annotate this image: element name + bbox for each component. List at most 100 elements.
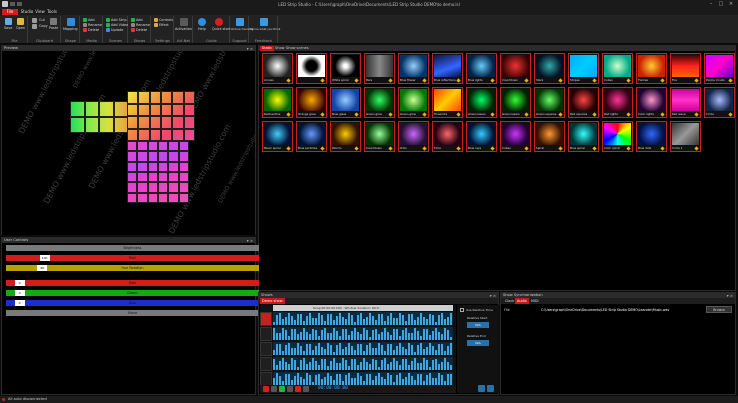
favorite-icon[interactable] [286, 112, 291, 117]
favorite-icon[interactable] [626, 112, 631, 117]
effect-thumbnail[interactable]: Circle [704, 87, 735, 118]
favorite-icon[interactable] [388, 146, 393, 151]
browse-button[interactable]: Browse [706, 306, 732, 313]
record-icon[interactable] [263, 386, 269, 392]
favorite-icon[interactable] [592, 112, 597, 117]
effect-thumbnail[interactable]: Green lasers [500, 87, 531, 118]
timeline-ruler[interactable]: Song 00:00:00.000 · Window duration: 00:… [273, 305, 453, 311]
rename-media-button[interactable]: Rename [88, 23, 102, 27]
rename-media-icon[interactable] [83, 23, 87, 27]
play-icon[interactable] [279, 386, 285, 392]
user-control-slider[interactable]: 90 Hue Rotation [6, 265, 259, 271]
favorite-icon[interactable] [728, 78, 733, 83]
paste-icon[interactable] [50, 18, 57, 25]
track-header[interactable] [260, 372, 272, 386]
effect-thumbnail[interactable]: Countdown [364, 121, 395, 152]
mapping-icon[interactable] [67, 18, 75, 26]
delete-show-button[interactable]: Delete [136, 28, 147, 32]
favorite-icon[interactable] [660, 146, 665, 151]
track-header[interactable] [260, 357, 272, 371]
open-button[interactable]: Open [16, 26, 25, 30]
effect-thumbnail[interactable]: Stripes [568, 53, 599, 84]
tab-midi[interactable]: MIDI [529, 298, 541, 304]
favorite-icon[interactable] [286, 78, 291, 83]
panel-pin-icon[interactable]: ▾ × [247, 238, 253, 243]
favorite-icon[interactable] [388, 78, 393, 83]
rename-show-button[interactable]: Rename [136, 23, 150, 27]
relative-end-button[interactable]: N/A [467, 340, 489, 346]
effect-thumbnail[interactable]: Blue glass [330, 87, 361, 118]
effect-thumbnail[interactable]: Circle 1 [670, 121, 701, 152]
mapping-button[interactable]: Mapping [63, 27, 78, 31]
effect-thumbnail[interactable]: Fireworks [432, 87, 463, 118]
favorite-icon[interactable] [490, 146, 495, 151]
activation-button[interactable]: Activation [175, 27, 192, 31]
effect-thumbnail[interactable]: Countdown [500, 53, 531, 84]
favorite-icon[interactable] [626, 78, 631, 83]
help-button[interactable]: Help [198, 27, 206, 31]
effect-thumbnail[interactable]: Time [432, 121, 463, 152]
user-control-slider[interactable]: 0 Green [6, 290, 259, 296]
favorite-icon[interactable] [626, 146, 631, 151]
timeline[interactable]: Song 00:00:00.000 · Window duration: 00:… [260, 305, 456, 386]
effect-thumbnail[interactable]: Spiral [534, 121, 565, 152]
effect-thumbnail[interactable]: Red squares [568, 87, 599, 118]
favorite-icon[interactable] [694, 146, 699, 151]
add-video-button[interactable]: Add Video [111, 23, 128, 27]
track-lane[interactable] [273, 342, 453, 355]
effect-thumbnail[interactable]: White spiral [330, 53, 361, 84]
add-strip-button[interactable]: Add Strip [111, 18, 127, 22]
favorite-icon[interactable] [286, 146, 291, 151]
preview-canvas[interactable]: DEMO www.ledstripstudio.com DEMO www.led… [2, 51, 255, 235]
effect-thumbnail[interactable]: Flames [636, 53, 667, 84]
copy-button[interactable]: Copy [39, 24, 48, 28]
effect-icon[interactable] [154, 23, 158, 27]
online-training-icon[interactable] [236, 18, 244, 26]
favorite-icon[interactable] [422, 146, 427, 151]
effect-thumbnail[interactable]: Fire [670, 53, 701, 84]
effect-thumbnail[interactable]: Red wave [670, 87, 701, 118]
favorite-icon[interactable] [728, 112, 733, 117]
favorite-icon[interactable] [388, 112, 393, 117]
add-media-icon[interactable] [83, 18, 87, 22]
tab-demo-show[interactable]: Demo show [260, 298, 285, 304]
effect-thumbnail[interactable]: Green lasers [466, 87, 497, 118]
effect-thumbnail[interactable]: Arrows [262, 53, 293, 84]
add-media-button[interactable]: Add [88, 18, 95, 22]
favorite-icon[interactable] [558, 112, 563, 117]
add-show-icon[interactable] [131, 18, 135, 22]
rewind-icon[interactable] [271, 386, 277, 392]
save-button[interactable]: Save [4, 26, 12, 30]
tab-show-scenes[interactable]: Show scenes [284, 46, 311, 51]
favorite-icon[interactable] [422, 112, 427, 117]
favorite-icon[interactable] [490, 78, 495, 83]
effect-thumbnail[interactable]: Color lights [636, 87, 667, 118]
effect-thumbnail[interactable]: Radioactive [262, 87, 293, 118]
track-lane[interactable] [273, 312, 453, 325]
relative-start-button[interactable]: N/A [467, 322, 489, 328]
favorite-icon[interactable] [558, 78, 563, 83]
zoom-in-icon[interactable] [487, 385, 494, 392]
paste-button[interactable]: Paste [49, 26, 58, 30]
favorite-icon[interactable] [320, 78, 325, 83]
tab-audio[interactable]: Audio [515, 298, 529, 304]
slider-value[interactable]: 0 [14, 290, 25, 296]
effect-thumbnail[interactable]: Cubes [602, 53, 633, 84]
effect-thumbnail[interactable]: Worms [330, 121, 361, 152]
track-header[interactable] [260, 312, 272, 326]
favorite-icon[interactable] [490, 112, 495, 117]
effect-thumbnail[interactable]: Purple clouds [704, 53, 735, 84]
favorite-icon[interactable] [592, 146, 597, 151]
effect-thumbnail[interactable]: Blue dots [636, 121, 667, 152]
favorite-icon[interactable] [694, 112, 699, 117]
cut-button[interactable]: Cut [39, 18, 45, 22]
favorite-icon[interactable] [524, 112, 529, 117]
delete-media-button[interactable]: Delete [88, 28, 99, 32]
activation-icon[interactable] [180, 18, 188, 26]
effect-thumbnail[interactable]: Green squares [534, 87, 565, 118]
stop-icon[interactable] [295, 386, 301, 392]
effect-thumbnail[interactable]: Green glow [398, 87, 429, 118]
minimize-icon[interactable]: – [706, 1, 716, 8]
effect-button[interactable]: Effect [159, 23, 169, 27]
favorite-icon[interactable] [456, 78, 461, 83]
